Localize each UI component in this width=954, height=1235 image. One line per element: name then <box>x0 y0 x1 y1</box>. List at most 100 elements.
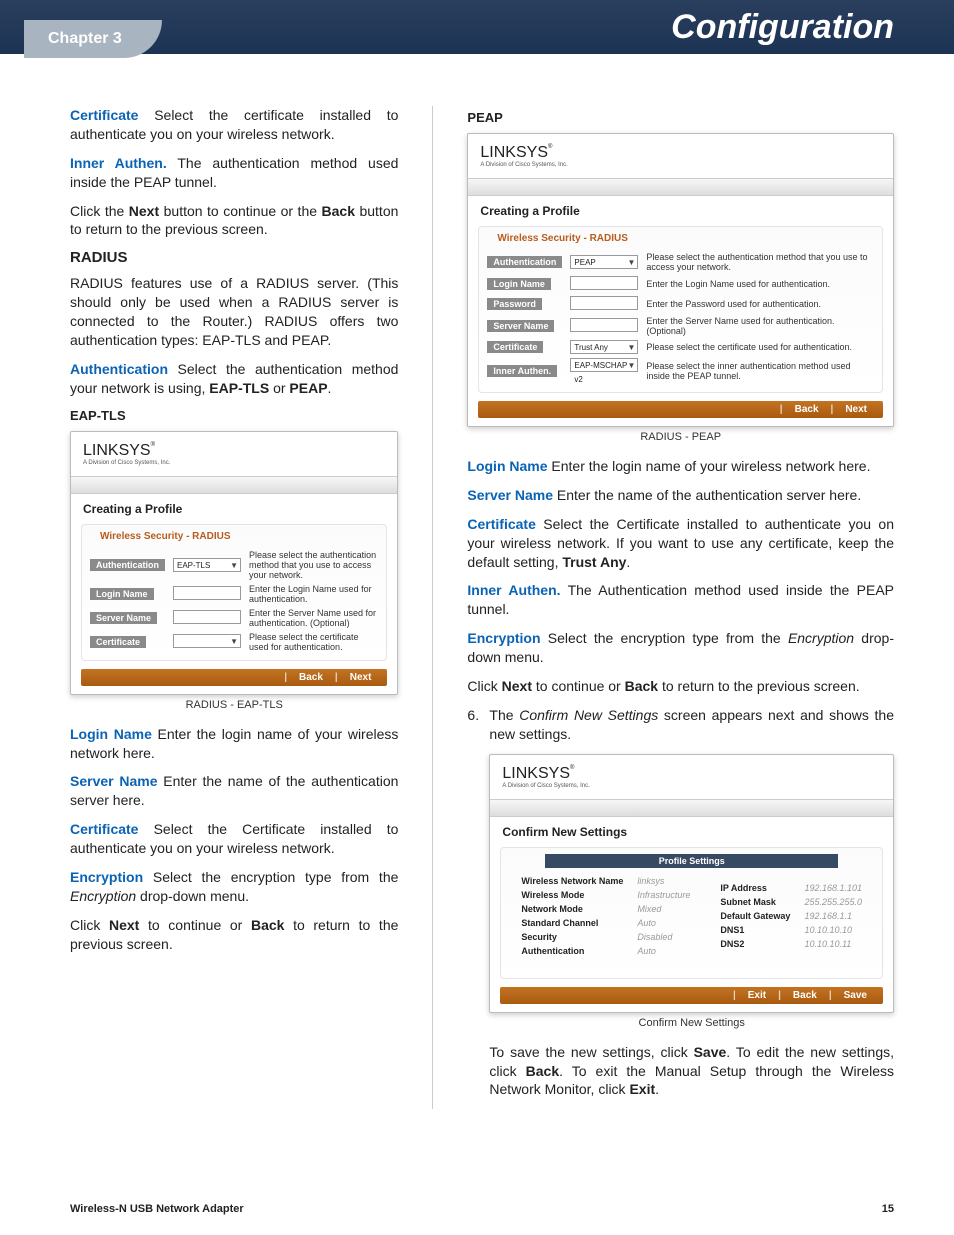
field-input[interactable] <box>570 276 638 290</box>
chapter-label: Chapter 3 <box>24 20 162 58</box>
para-server-name: Server Name Enter the name of the authen… <box>70 772 398 810</box>
figure-confirm-settings: LINKSYS® A Division of Cisco Systems, In… <box>489 754 894 1013</box>
step-6: 6. The Confirm New Settings screen appea… <box>467 706 894 744</box>
field-hint: Enter the Login Name used for authentica… <box>642 274 878 294</box>
field-label: Certificate <box>487 341 543 353</box>
setting-value: Disabled <box>631 931 696 943</box>
setting-value: 255.255.255.0 <box>798 896 868 908</box>
figcaption-peap: RADIUS - PEAP <box>467 431 894 443</box>
setting-value: 10.10.10.10 <box>798 924 868 936</box>
setting-key: DNS1 <box>714 924 796 936</box>
field-hint: Please select the authentication method … <box>642 250 878 274</box>
field-input[interactable]: PEAP <box>570 255 638 269</box>
field-label: Login Name <box>90 588 154 600</box>
setting-value: 192.168.1.101 <box>798 882 868 894</box>
card-buttonbar: |Exit|Back|Save <box>500 987 883 1004</box>
right-column: PEAP LINKSYS® A Division of Cisco System… <box>467 106 894 1109</box>
para-certificate: Certificate Select the certificate insta… <box>70 106 398 144</box>
setting-value: Auto <box>631 917 696 929</box>
field-hint: Please select the certificate used for a… <box>642 338 878 356</box>
save-button[interactable]: Save <box>838 990 873 1001</box>
footer-page-number: 15 <box>882 1203 894 1215</box>
back-button[interactable]: Back <box>789 404 825 415</box>
card-title-creating: Creating a Profile <box>468 202 893 226</box>
back-button[interactable]: Back <box>293 672 329 683</box>
setting-value: Auto <box>631 945 696 957</box>
para-authentication: Authentication Select the authentication… <box>70 360 398 398</box>
term-authentication: Authentication <box>70 361 168 377</box>
card-buttonbar: |Back|Next <box>81 669 387 686</box>
figure-radius-eaptls: LINKSYS® A Division of Cisco Systems, In… <box>70 431 398 695</box>
field-label: Server Name <box>487 320 554 332</box>
setting-key: DNS2 <box>714 938 796 950</box>
card-buttonbar: |Back|Next <box>478 401 883 418</box>
setting-key: Wireless Mode <box>515 889 629 901</box>
para-certificate-r: Certificate Select the Certificate insta… <box>467 515 894 572</box>
field-input[interactable]: EAP-MSCHAP v2 <box>570 358 638 372</box>
field-label: Server Name <box>90 612 157 624</box>
setting-key: Network Mode <box>515 903 629 915</box>
field-hint: Enter the Password used for authenticati… <box>642 294 878 314</box>
profile-settings-heading: Profile Settings <box>545 854 838 868</box>
field-label: Certificate <box>90 636 146 648</box>
next-button[interactable]: Next <box>839 404 873 415</box>
card-subheader: Wireless Security - RADIUS <box>483 233 878 250</box>
field-hint: Enter the Server Name used for authentic… <box>642 314 878 338</box>
field-label: Authentication <box>90 559 165 571</box>
field-label: Inner Authen. <box>487 365 557 377</box>
para-server-name-r: Server Name Enter the name of the authen… <box>467 486 894 505</box>
linksys-sublogo: A Division of Cisco Systems, Inc. <box>83 460 385 466</box>
field-input[interactable]: Trust Any <box>570 340 638 354</box>
setting-key: Standard Channel <box>515 917 629 929</box>
field-input[interactable] <box>173 586 241 600</box>
heading-eaptls: EAP-TLS <box>70 408 398 423</box>
page-title: Configuration <box>671 8 894 47</box>
eaptls-form-table: AuthenticationEAP-TLSPlease select the a… <box>86 548 382 654</box>
field-hint: Enter the Login Name used for authentica… <box>245 582 382 606</box>
para-login-name-r: Login Name Enter the login name of your … <box>467 457 894 476</box>
footer-product: Wireless-N USB Network Adapter <box>70 1203 244 1215</box>
figure-radius-peap: LINKSYS® A Division of Cisco Systems, In… <box>467 133 894 427</box>
field-input[interactable] <box>570 296 638 310</box>
para-inner-authen: Inner Authen. The authentication method … <box>70 154 398 192</box>
peap-form-table: AuthenticationPEAPPlease select the auth… <box>483 250 878 386</box>
setting-value: 10.10.10.11 <box>798 938 868 950</box>
page-footer: Wireless-N USB Network Adapter 15 <box>70 1203 894 1215</box>
exit-button[interactable]: Exit <box>742 990 772 1001</box>
para-login-name: Login Name Enter the login name of your … <box>70 725 398 763</box>
heading-peap: PEAP <box>467 110 894 125</box>
setting-value: Mixed <box>631 903 696 915</box>
linksys-logo: LINKSYS® <box>83 442 385 460</box>
setting-value: 192.168.1.1 <box>798 910 868 922</box>
field-input[interactable] <box>173 610 241 624</box>
setting-key: Wireless Network Name <box>515 875 629 887</box>
field-input[interactable] <box>173 634 241 648</box>
para-certificate-2: Certificate Select the Certificate insta… <box>70 820 398 858</box>
field-hint: Please select the certificate used for a… <box>245 630 382 654</box>
term-certificate: Certificate <box>70 107 138 123</box>
setting-value: linksys <box>631 875 696 887</box>
field-input[interactable]: EAP-TLS <box>173 558 241 572</box>
setting-key: Security <box>515 931 629 943</box>
field-label: Login Name <box>487 278 551 290</box>
setting-key: Default Gateway <box>714 910 796 922</box>
linksys-logo: LINKSYS® <box>480 144 881 162</box>
para-encryption: Encryption Select the encryption type fr… <box>70 868 398 906</box>
linksys-sublogo: A Division of Cisco Systems, Inc. <box>480 162 881 168</box>
para-radius-desc: RADIUS features use of a RADIUS server. … <box>70 274 398 350</box>
figcaption-eaptls: RADIUS - EAP-TLS <box>70 699 398 711</box>
linksys-sublogo: A Division of Cisco Systems, Inc. <box>502 783 881 789</box>
next-button[interactable]: Next <box>344 672 378 683</box>
field-label: Password <box>487 298 542 310</box>
field-input[interactable] <box>570 318 638 332</box>
figcaption-confirm: Confirm New Settings <box>489 1017 894 1029</box>
card-title-confirm: Confirm New Settings <box>490 823 893 847</box>
para-next-back-2: Click Next to continue or Back to return… <box>70 916 398 954</box>
card-title-creating: Creating a Profile <box>71 500 397 524</box>
field-hint: Enter the Server Name used for authentic… <box>245 606 382 630</box>
back-button[interactable]: Back <box>787 990 823 1001</box>
setting-key: Authentication <box>515 945 629 957</box>
setting-key: IP Address <box>714 882 796 894</box>
para-save-back-exit: To save the new settings, click Save. To… <box>489 1043 894 1100</box>
confirm-settings-table: Wireless Network NamelinksysWireless Mod… <box>505 870 878 962</box>
